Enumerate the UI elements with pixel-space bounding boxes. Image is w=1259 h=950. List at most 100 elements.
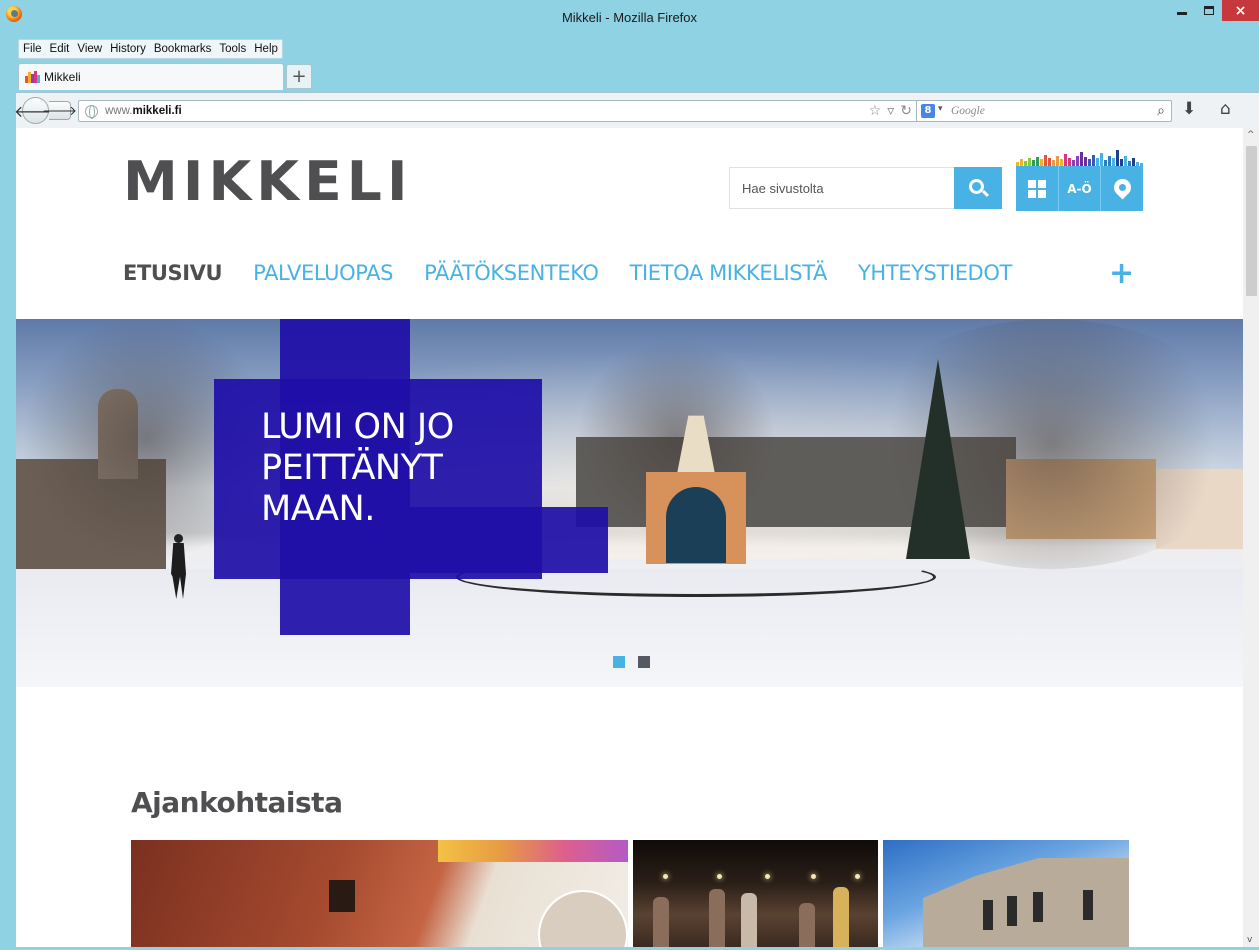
scroll-up-icon[interactable]: ^: [1247, 130, 1255, 140]
building-window: [1083, 890, 1093, 920]
news-1-speaker: [329, 880, 355, 912]
url-prefix: www.: [105, 105, 133, 117]
a-z-index-button[interactable]: A-Ö: [1059, 166, 1102, 211]
nav-item-paatoksenteko[interactable]: PÄÄTÖKSENTEKO: [424, 261, 599, 291]
stage-light: [855, 874, 860, 879]
url-bar[interactable]: www.mikkeli.fi ☆ ▿ ↻: [78, 100, 919, 122]
maximize-icon: [1203, 6, 1214, 15]
stage-performer: [833, 887, 849, 947]
news-image-1[interactable]: [131, 840, 628, 947]
browser-search-bar[interactable]: 8 ▾ Google ⌕: [916, 100, 1172, 122]
forward-button[interactable]: 🡒: [42, 101, 77, 120]
scroll-down-icon[interactable]: v: [1247, 935, 1252, 945]
site-search: [729, 167, 1002, 209]
carousel-dot-1[interactable]: [613, 656, 625, 668]
tab-label: Mikkeli: [44, 70, 81, 84]
menu-help[interactable]: Help: [250, 40, 282, 58]
news-1-banner-stripe: [438, 840, 628, 862]
main-navigation: ETUSIVU PALVELUOPAS PÄÄTÖKSENTEKO TIETOA…: [123, 261, 1043, 291]
hero-person: [168, 534, 190, 604]
pavilion-roof: [676, 415, 716, 475]
hero-spruce-tree: [906, 359, 970, 559]
globe-icon[interactable]: [85, 105, 98, 119]
skyline-decoration: [1016, 148, 1143, 168]
page-scrollbar[interactable]: ^ v: [1243, 128, 1259, 947]
quick-links: A-Ö: [1016, 166, 1143, 211]
menu-history[interactable]: History: [106, 40, 150, 58]
nav-item-tietoa-mikkelista[interactable]: TIETOA MIKKELISTÄ: [630, 261, 828, 291]
section-title-ajankohtaista: Ajankohtaista: [131, 786, 343, 819]
star-icon[interactable]: ☆: [869, 103, 882, 119]
grid-icon: [1027, 179, 1046, 198]
nav-item-etusivu[interactable]: ETUSIVU: [123, 261, 223, 291]
building-window: [1007, 896, 1017, 926]
download-arrow-icon[interactable]: ⬇: [1182, 99, 1196, 119]
history-dropdown-icon[interactable]: ▿: [887, 103, 894, 119]
navigation-toolbar: 🡐 🡒 www.mikkeli.fi ☆ ▿ ↻ 8 ▾ Google ⌕ ⬇ …: [14, 92, 1259, 128]
news-image-2[interactable]: [633, 840, 878, 947]
building-window: [983, 900, 993, 930]
news-image-3[interactable]: [883, 840, 1129, 947]
stage-light: [811, 874, 816, 879]
stage-performer: [799, 903, 815, 947]
new-tab-button[interactable]: +: [286, 64, 312, 89]
carousel-dot-2[interactable]: [638, 656, 650, 668]
menu-edit[interactable]: Edit: [46, 40, 74, 58]
menu-tools[interactable]: Tools: [215, 40, 250, 58]
hero-pavilion: [646, 409, 746, 567]
hero-headline-line-3: MAAN.: [261, 489, 375, 529]
hero-carousel[interactable]: LUMI ON JO PEITTÄNYT MAAN.: [16, 319, 1243, 687]
tab-mikkeli[interactable]: Mikkeli: [18, 63, 284, 90]
reload-icon[interactable]: ↻: [900, 103, 912, 119]
stage-performer: [709, 889, 725, 947]
home-icon[interactable]: ⌂: [1220, 99, 1231, 119]
maximize-button[interactable]: [1195, 0, 1222, 21]
more-menu-button[interactable]: +: [1109, 256, 1134, 291]
map-pin-icon: [1110, 174, 1135, 200]
stage-light: [765, 874, 770, 879]
a-z-label: A-Ö: [1067, 181, 1092, 196]
menu-file[interactable]: File: [19, 40, 46, 58]
url-text[interactable]: www.mikkeli.fi: [105, 105, 182, 117]
search-icon: [969, 179, 984, 194]
stage-performer: [741, 893, 757, 947]
building-window: [1033, 892, 1043, 922]
close-icon: ×: [1234, 2, 1247, 19]
magnifier-icon[interactable]: ⌕: [1157, 103, 1165, 119]
url-bar-actions: ☆ ▿ ↻: [869, 103, 912, 119]
hero-headline: LUMI ON JO PEITTÄNYT MAAN.: [261, 407, 541, 530]
tab-strip: Mikkeli +: [18, 61, 1259, 91]
browser-search-placeholder[interactable]: Google: [951, 105, 985, 117]
forward-arrow-icon: 🡒: [42, 103, 77, 119]
scroll-thumb[interactable]: [1246, 146, 1257, 296]
minimize-icon: [1176, 12, 1187, 15]
url-domain: mikkeli.fi: [132, 105, 182, 117]
chevron-down-icon[interactable]: ▾: [938, 104, 943, 114]
hero-headline-line-1: LUMI ON JO: [261, 407, 454, 447]
site-search-button[interactable]: [954, 167, 1002, 209]
window-titlebar: Mikkeli - Mozilla Firefox ×: [0, 0, 1259, 38]
services-grid-button[interactable]: [1016, 166, 1059, 211]
menu-bar: File Edit View History Bookmarks Tools H…: [18, 39, 283, 59]
map-button[interactable]: [1101, 166, 1143, 211]
page-viewport: MIKKELI Hae sivustolta A-Ö ETUSIVU PALVE…: [16, 128, 1243, 947]
stage-performer: [653, 897, 669, 947]
site-search-input[interactable]: [730, 168, 954, 208]
stage-light: [717, 874, 722, 879]
menu-bookmarks[interactable]: Bookmarks: [150, 40, 216, 58]
back-forward-group: 🡐 🡒: [14, 97, 78, 124]
nav-item-yhteystiedot[interactable]: YHTEYSTIEDOT: [858, 261, 1012, 291]
stage-light: [663, 874, 668, 879]
menu-view[interactable]: View: [73, 40, 106, 58]
pavilion-arch: [666, 487, 726, 563]
window-title: Mikkeli - Mozilla Firefox: [561, 10, 698, 25]
minimize-button[interactable]: [1168, 0, 1195, 21]
news-1-circle-photo: [538, 890, 628, 947]
mikkeli-favicon-icon: [25, 71, 41, 83]
google-engine-icon[interactable]: 8: [921, 104, 935, 118]
hero-headline-line-2: PEITTÄNYT: [261, 448, 443, 488]
nav-item-palveluopas[interactable]: PALVELUOPAS: [253, 261, 393, 291]
site-logo[interactable]: MIKKELI: [123, 150, 413, 213]
close-button[interactable]: ×: [1222, 0, 1259, 21]
news-3-building: [923, 858, 1129, 947]
